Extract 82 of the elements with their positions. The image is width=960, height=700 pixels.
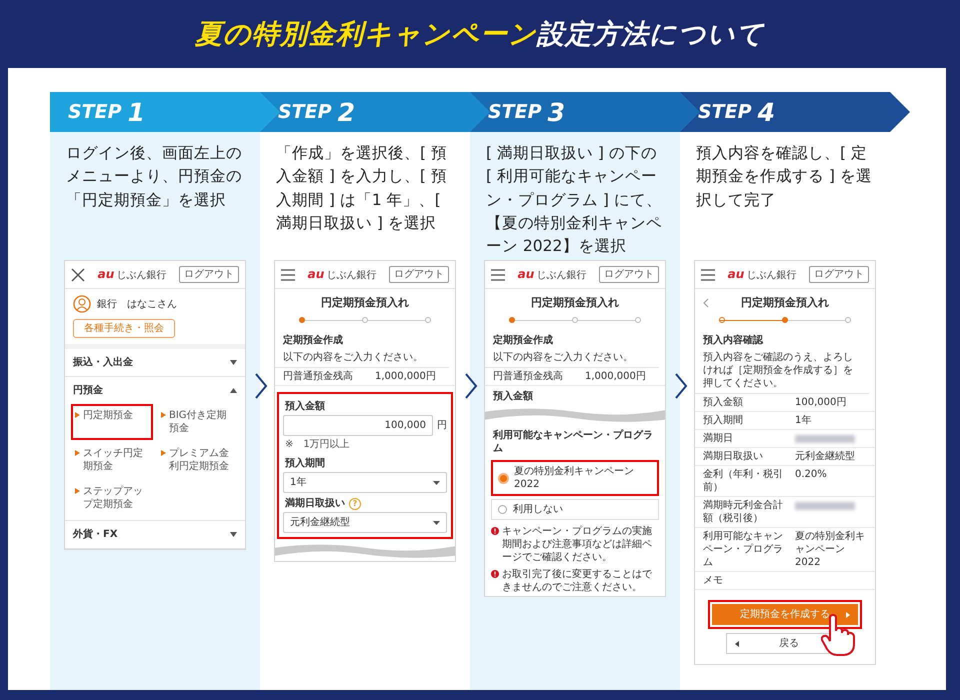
warning-text: キャンペーン・プログラムの実施期間および注意事項などは詳細ページでご確認ください。 (502, 525, 653, 564)
caret-icon (433, 520, 440, 525)
instruction-text: 預入内容をご確認のうえ、よろしければ［定期預金を作成する］を押してください。 (695, 349, 869, 394)
warning-text: お取引完了後に変更することはできませんのでご注意ください。 (502, 568, 653, 594)
instruction-text: 以下の内容をご入力ください。 (485, 349, 659, 368)
warning-icon (491, 570, 499, 578)
row-value: 1,000,000円 (585, 370, 647, 384)
instruction-text: 以下の内容をご入力ください。 (275, 349, 449, 368)
step-description: 預入内容を確認し、[ 定期預金を作成する ] を選択して完了 (695, 143, 873, 210)
submenu-link[interactable]: 円定期預金 (71, 404, 153, 440)
row-value: 1年 (795, 414, 812, 428)
section-heading: 定期預金作成 (282, 333, 344, 348)
submenu-link[interactable]: BIG付き定期預金 (157, 404, 239, 440)
menu-icon[interactable] (281, 268, 295, 280)
step-description: ログイン後、画面左上のメニューより、円預金の「円定期預金」を選択 (65, 143, 243, 210)
menu-icon[interactable] (701, 268, 715, 280)
triangle-icon (161, 450, 166, 456)
triangle-icon (75, 412, 80, 418)
field-label: 満期日取扱い (285, 497, 345, 510)
section-heading: 預入金額 (492, 390, 534, 404)
row-label: 利用可能なキャンペーン・プログラム (703, 530, 784, 570)
logout-button[interactable]: ログアウト (179, 266, 239, 283)
row-label: 金利（年利・税引前） (703, 468, 784, 494)
select-field[interactable]: 1年 (283, 472, 447, 494)
row-value: 0.20% (795, 468, 828, 482)
chevron-right-icon (254, 372, 268, 400)
step-description: 「作成」を選択後、[ 預入金額 ] を入力し、[ 預入期間 ] は「1 年」、[ 満期日取扱い ] を選択 (275, 143, 448, 234)
back-icon[interactable] (703, 298, 709, 308)
field-label: 預入期間 (285, 457, 325, 470)
page-title: 夏の特別金利キャンペーン設定方法について (195, 18, 765, 52)
warning-icon (491, 527, 499, 536)
screen-title: 円定期預金預入れ (321, 296, 409, 309)
field-label: 預入金額 (285, 400, 325, 414)
triangle-icon (75, 488, 80, 494)
chevron-right-icon (674, 372, 688, 400)
logout-button[interactable]: ログアウト (389, 266, 449, 283)
select-field[interactable]: 元利金継続型 (283, 512, 447, 534)
triangle-icon (735, 640, 739, 647)
avatar-icon (73, 295, 91, 313)
chevron-right-icon (464, 372, 478, 400)
row-value: 元利金継続型 (795, 450, 856, 464)
row-label: 満期時元利金合計額（税引後） (703, 499, 784, 526)
logout-button[interactable]: ログアウト (809, 266, 869, 283)
menu-item[interactable]: 円預金 (65, 377, 245, 404)
row-label: 預入金額 (703, 396, 744, 410)
bank-logo: au じぶん銀行 (726, 266, 798, 282)
note-text: ※ 1万円以上 (284, 438, 351, 452)
radio-option[interactable]: 夏の特別金利キャンペーン2022 (491, 460, 659, 496)
bank-logo: au じぶん銀行 (516, 266, 588, 282)
menu-item[interactable]: 外貨・FX (65, 521, 245, 548)
section-heading: 預入内容確認 (702, 333, 764, 348)
radio-option[interactable]: 利用しない (491, 499, 659, 520)
bank-logo: au じぶん銀行 (306, 266, 378, 282)
row-value: 100,000円 (795, 396, 848, 410)
triangle-icon (846, 612, 850, 618)
logout-button[interactable]: ログアウト (599, 266, 659, 283)
triangle-icon (75, 450, 80, 456)
screen-title: 円定期預金預入れ (741, 296, 829, 309)
row-label: 円普通預金残高 (283, 370, 354, 384)
triangle-icon (161, 412, 166, 418)
submenu-link[interactable]: プレミアム金利円定期預金 (157, 442, 239, 478)
amount-field[interactable]: 100,000 (283, 415, 433, 436)
row-label: 円普通預金残高 (493, 370, 564, 384)
caret-icon (433, 480, 440, 485)
menu-icon[interactable] (491, 268, 505, 280)
user-name: 銀行 はなこさん (97, 298, 177, 310)
section-heading: 利用可能なキャンペーン・プログラム (492, 428, 654, 456)
close-icon[interactable] (71, 268, 85, 282)
screen-title: 円定期預金預入れ (531, 296, 619, 309)
menu-item[interactable]: 振込・入出金 (65, 349, 245, 376)
section-heading: 定期預金作成 (492, 333, 554, 348)
row-label: メモ (703, 574, 724, 588)
step-description: [ 満期日取扱い ] の下の [ 利用可能なキャンペーン・プログラム ] にて、【夏の特別金利キャンペーン 2022】を選択 (485, 143, 663, 257)
row-label: 満期日取扱い (703, 450, 764, 464)
submenu-link[interactable]: ステップアップ定期預金 (71, 480, 153, 516)
row-value: 夏の特別金利キャンペーン2022 (795, 530, 866, 570)
bank-logo: au じぶん銀行 (96, 266, 168, 282)
unit-label: 円 (437, 419, 447, 432)
row-label: 満期日 (703, 432, 734, 446)
row-label: 預入期間 (703, 414, 744, 428)
row-value: 1,000,000円 (375, 370, 437, 384)
submenu-link[interactable]: スイッチ円定期預金 (71, 442, 153, 478)
